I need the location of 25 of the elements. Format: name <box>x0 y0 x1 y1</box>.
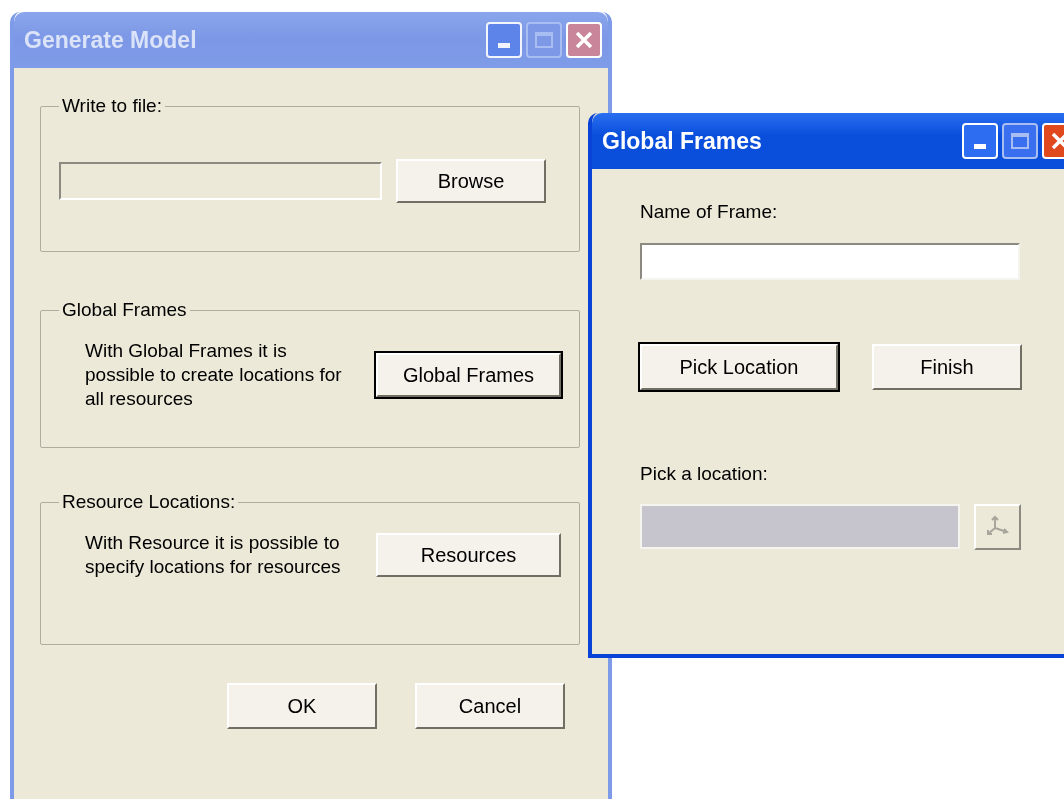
close-button[interactable] <box>566 22 602 58</box>
group-label: Write to file: <box>61 94 163 118</box>
field-label: Pick a location: <box>640 461 769 486</box>
dialog-button[interactable]: Browse <box>396 158 546 203</box>
field-label: Name of Frame: <box>640 200 779 224</box>
frame-name-field[interactable] <box>640 242 1020 280</box>
close-icon <box>1050 131 1064 151</box>
group-label: Global Frames <box>61 298 188 322</box>
file-path-field[interactable] <box>59 161 382 200</box>
dialog-button[interactable]: Cancel <box>415 683 565 729</box>
window-title: Generate Model <box>24 25 197 55</box>
dialog-button[interactable]: Resources <box>376 532 561 577</box>
minimize-button[interactable] <box>486 22 522 58</box>
group-label: Resource Locations: <box>61 490 237 514</box>
dialog-button[interactable]: OK <box>227 683 377 729</box>
pick-button[interactable] <box>974 504 1021 550</box>
dialog-button[interactable]: Pick Location <box>640 343 838 390</box>
dialog-button[interactable]: Finish <box>872 343 1022 390</box>
group-description: With Resource it is possible to specify locations for resources <box>85 530 342 579</box>
minimize-button[interactable] <box>962 123 998 159</box>
group-description: With Global Frames it is possible to create locations for all resources <box>85 338 343 411</box>
maximize-button[interactable] <box>1002 123 1038 159</box>
close-icon <box>574 30 594 50</box>
dialog-button[interactable]: Global Frames <box>376 352 561 397</box>
window-title: Global Frames <box>602 126 762 156</box>
